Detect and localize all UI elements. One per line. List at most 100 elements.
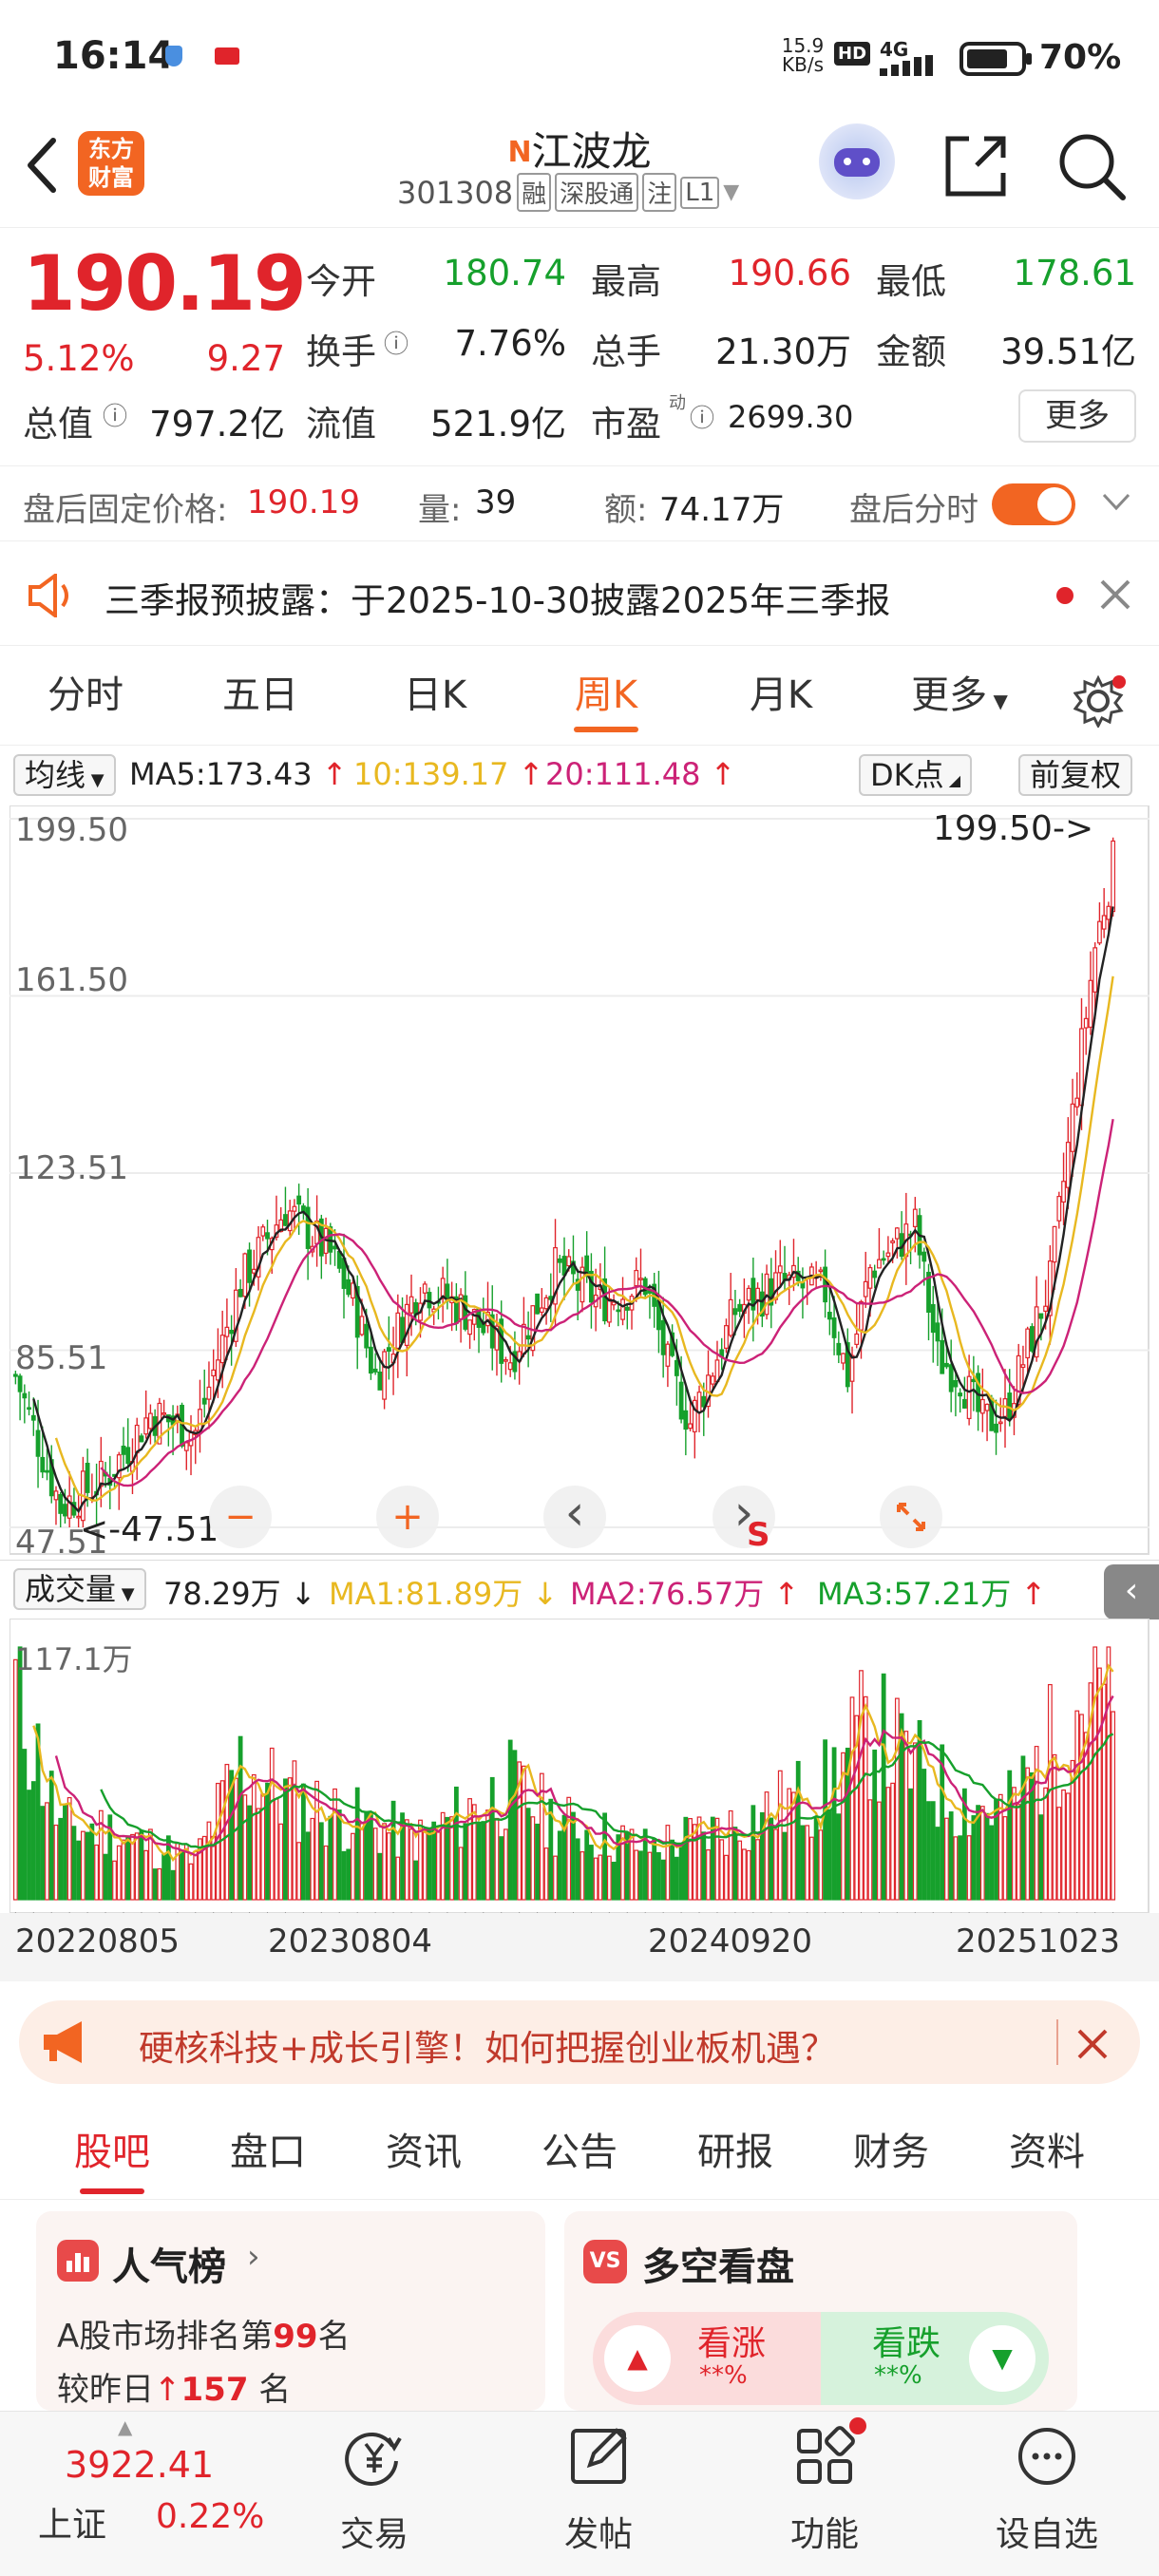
index-ticker[interactable]: ▲ 3922.41 上证 0.22% xyxy=(19,2415,276,2573)
volume-bar xyxy=(453,1786,459,1901)
candle-body xyxy=(665,1343,671,1367)
after-hours-toggle[interactable] xyxy=(992,483,1075,525)
volume-bar xyxy=(445,1816,450,1901)
tab-intraday[interactable]: 分时 xyxy=(19,646,152,746)
promo-banner[interactable]: 硬核科技+成长引擎！如何把握创业板机遇？ xyxy=(19,2000,1140,2084)
volume-bar xyxy=(45,1802,49,1901)
candle xyxy=(728,1273,733,1338)
dk-point-button[interactable]: DK点 ◢ xyxy=(859,754,973,796)
tab-daily-k[interactable]: 日K xyxy=(369,646,502,746)
volume-bar xyxy=(831,1747,837,1901)
candle-body xyxy=(823,1266,828,1303)
volume-bar xyxy=(800,1825,806,1901)
tab-monthly-k[interactable]: 月K xyxy=(714,646,847,746)
close-icon[interactable] xyxy=(1075,2027,1110,2061)
nav-functions[interactable]: 功能 xyxy=(749,2412,901,2576)
tab-profile[interactable]: 资料 xyxy=(980,2105,1113,2200)
candle xyxy=(481,1297,486,1335)
volume-bar xyxy=(116,1845,122,1901)
candle xyxy=(198,1379,202,1453)
nav-post[interactable]: 发帖 xyxy=(522,2412,674,2576)
chevron-down-icon[interactable] xyxy=(1100,491,1132,514)
candle-body xyxy=(265,1232,270,1240)
candle xyxy=(1074,1071,1080,1116)
candle xyxy=(899,1211,904,1260)
info-icon[interactable]: ⓘ xyxy=(690,399,714,434)
tab-more[interactable]: 更多 ▼ xyxy=(893,646,1026,746)
candle-body xyxy=(944,1362,949,1368)
tab-announcements[interactable]: 公告 xyxy=(513,2105,646,2200)
candle xyxy=(485,1281,490,1334)
settings-gear-icon[interactable] xyxy=(1074,674,1127,728)
tab-financials[interactable]: 财务 xyxy=(825,2105,958,2200)
candle-body xyxy=(620,1298,625,1320)
volume-bar xyxy=(863,1695,868,1901)
battery-level: 70% xyxy=(1039,38,1122,77)
info-icon[interactable]: ⓘ xyxy=(384,325,408,360)
bull-button[interactable]: ▲ 看涨 **% xyxy=(593,2312,821,2405)
candle-body xyxy=(219,1335,225,1364)
tab-five-day[interactable]: 五日 xyxy=(194,646,327,746)
nav-add-watchlist[interactable]: 设自选 xyxy=(971,2412,1123,2576)
candle xyxy=(836,1331,842,1364)
candle xyxy=(845,1328,850,1392)
volume-value: 21.30万 xyxy=(715,331,851,372)
after-hours-price: 190.19 xyxy=(247,483,360,521)
volume-bar xyxy=(369,1811,373,1901)
notice-bar[interactable]: 三季报预披露：于2025-10-30披露2025年三季报 xyxy=(0,543,1159,646)
bear-button[interactable]: 看跌 **% ▼ xyxy=(821,2312,1049,2405)
collapse-panel-button[interactable]: ‹ xyxy=(1104,1564,1159,1619)
tab-stock-forum[interactable]: 股吧 xyxy=(46,2105,179,2200)
x-tick-date: 20230804 xyxy=(268,1923,433,1960)
tab-research[interactable]: 研报 xyxy=(669,2105,802,2200)
ma-select[interactable]: 均线 ▼ xyxy=(13,754,116,796)
candle-body xyxy=(948,1364,954,1392)
share-icon[interactable] xyxy=(940,131,1011,201)
volume-bar xyxy=(737,1840,743,1901)
stock-header: 东方 财富 N江波龙 301308 融 深股通 注 L1 ▼ xyxy=(0,114,1159,228)
search-icon[interactable] xyxy=(1054,129,1130,205)
volume-bar xyxy=(292,1760,297,1901)
candle-body xyxy=(85,1462,90,1493)
volume-chart[interactable] xyxy=(10,1619,1150,1913)
zoom-out-button[interactable]: − xyxy=(209,1486,272,1548)
zoom-in-button[interactable]: + xyxy=(376,1486,439,1548)
after-hours-qty: 39 xyxy=(475,483,517,521)
index-value: 3922.41 xyxy=(65,2444,215,2486)
nav-trade[interactable]: 交易 xyxy=(298,2412,450,2576)
candle xyxy=(863,1251,868,1309)
kline-chart[interactable] xyxy=(10,805,1150,1556)
candle-body xyxy=(1074,1097,1080,1108)
volume-bar xyxy=(908,1788,913,1901)
sentiment-card[interactable]: VS 多空看盘 ▲ 看涨 **% 看跌 **% ▼ xyxy=(564,2211,1077,2411)
popularity-card[interactable]: 人气榜 › A股市场排名第99名 较昨日↑157 名 xyxy=(36,2211,545,2411)
scroll-left-button[interactable]: ‹ xyxy=(543,1486,606,1548)
ranking-icon xyxy=(57,2240,99,2282)
tab-order-book[interactable]: 盘口 xyxy=(201,2105,334,2200)
volume-bar xyxy=(688,1818,693,1901)
forward-adjust-button[interactable]: 前复权 xyxy=(1018,754,1133,796)
candle xyxy=(737,1298,743,1317)
more-quote-button[interactable]: 更多 xyxy=(1018,389,1136,443)
fullscreen-icon[interactable] xyxy=(880,1486,942,1548)
close-icon[interactable] xyxy=(1098,578,1132,612)
volume-bar xyxy=(826,1809,832,1901)
volume-label: 总手 xyxy=(591,331,661,372)
tab-news[interactable]: 资讯 xyxy=(357,2105,490,2200)
volume-bar xyxy=(1097,1667,1102,1901)
candle xyxy=(548,1273,554,1322)
volume-select[interactable]: 成交量 ▼ xyxy=(13,1568,146,1610)
unread-dot xyxy=(1056,587,1074,604)
robot-assistant-icon[interactable] xyxy=(819,123,895,199)
stock-code-row[interactable]: 301308 融 深股通 注 L1 ▼ xyxy=(397,173,739,212)
volume-bar xyxy=(593,1857,598,1901)
volume-bar xyxy=(584,1829,590,1901)
arrow-up-icon: ↑ xyxy=(518,756,544,792)
volume-bar xyxy=(499,1836,504,1901)
candle-body xyxy=(247,1249,252,1283)
info-icon[interactable]: ⓘ xyxy=(103,397,127,432)
volume-value: 78.29万 ↓ xyxy=(163,1570,316,1614)
tab-weekly-k[interactable]: 周K xyxy=(540,646,673,746)
candle xyxy=(881,1250,886,1265)
candle-body xyxy=(377,1372,383,1391)
